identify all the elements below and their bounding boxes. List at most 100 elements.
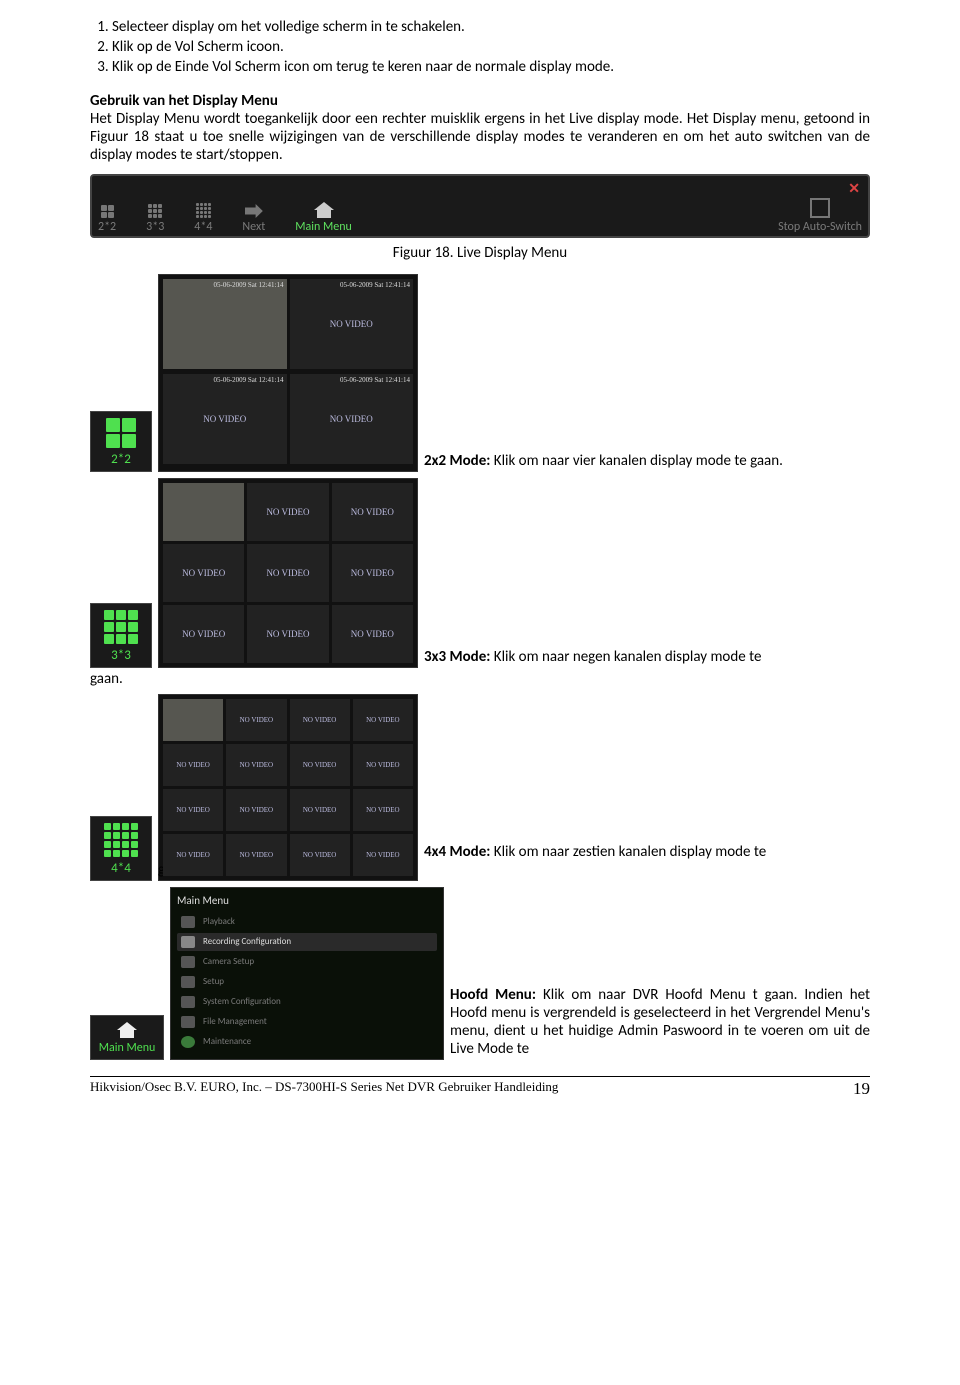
main-menu-icon-label: Main Menu <box>99 1041 156 1055</box>
section-body: Het Display Menu wordt toegankelijk door… <box>90 110 870 164</box>
setup-icon <box>181 976 195 988</box>
menu-label: 2*2 <box>98 220 116 234</box>
no-video-tile: NO VIDEO <box>163 744 223 786</box>
no-video-tile: NO VIDEO <box>226 834 286 876</box>
no-video-tile: NO VIDEO <box>290 699 350 741</box>
recording-icon <box>181 936 195 948</box>
grid-3x3-icon <box>148 204 162 218</box>
camera-tile <box>163 483 244 541</box>
no-video-tile: NO VIDEO <box>247 605 328 663</box>
menu-item-3x3[interactable]: 3*3 <box>146 204 164 234</box>
house-icon <box>117 1022 137 1038</box>
mode-3x3-button[interactable]: 3*3 <box>90 603 152 668</box>
mode-3x3-row: 3*3 NO VIDEO NO VIDEO NO VIDEO NO VIDEO … <box>90 478 870 668</box>
mode-icon-label: 3*3 <box>111 648 131 663</box>
preview-3x3: NO VIDEO NO VIDEO NO VIDEO NO VIDEO NO V… <box>158 478 418 668</box>
main-menu-row: Main Menu Main Menu Playback Recording C… <box>90 887 870 1060</box>
step: Klik op de Vol Scherm icoon. <box>112 38 870 56</box>
mode-4x4-button[interactable]: 4*4 <box>90 816 152 881</box>
no-video-tile: NO VIDEO <box>353 789 413 831</box>
no-video-tile: NO VIDEO <box>353 834 413 876</box>
live-display-menu: ✕ 2*2 3*3 4*4 Next Main Menu Stop Auto-S… <box>90 174 870 238</box>
mode-3x3-trailing: gaan. <box>90 670 870 688</box>
menu-label: Next <box>242 220 265 234</box>
no-video-tile: NO VIDEO <box>163 834 223 876</box>
arrow-right-icon <box>245 204 263 218</box>
menu-item-2x2[interactable]: 2*2 <box>98 205 116 234</box>
main-menu-description: Hoofd Menu: Klik om naar DVR Hoofd Menu … <box>450 986 870 1060</box>
grid-4x4-icon <box>196 203 211 218</box>
no-video-tile: NO VIDEO <box>332 605 413 663</box>
mode-2x2-description: 2x2 Mode: Klik om naar vier kanalen disp… <box>424 452 870 472</box>
no-video-tile: NO VIDEO <box>290 789 350 831</box>
close-icon[interactable]: ✕ <box>848 180 860 197</box>
no-video-tile: NO VIDEO <box>226 699 286 741</box>
playback-icon <box>181 916 195 928</box>
no-video-tile: 05-06-2009 Sat 12:41:14NO VIDEO <box>290 374 414 464</box>
menu-item-recording-config[interactable]: Recording Configuration <box>177 933 437 951</box>
section-paragraph: Gebruik van het Display Menu Het Display… <box>90 92 870 164</box>
grid-3x3-icon <box>104 610 138 644</box>
menu-item-maintenance[interactable]: Maintenance <box>177 1033 437 1051</box>
page-footer: Hikvision/Osec B.V. EURO, Inc. – DS-7300… <box>90 1076 870 1099</box>
stop-icon <box>810 198 830 218</box>
menu-label: 3*3 <box>146 220 164 234</box>
menu-item-main-menu[interactable]: Main Menu <box>295 202 352 234</box>
no-video-tile: NO VIDEO <box>353 744 413 786</box>
main-menu-panel: Main Menu Playback Recording Configurati… <box>170 887 444 1060</box>
menu-item-next[interactable]: Next <box>242 204 265 234</box>
camera-tile: 05-06-2009 Sat 12:41:14 <box>163 279 287 369</box>
menu-label: Stop Auto-Switch <box>778 220 862 234</box>
section-heading: Gebruik van het Display Menu <box>90 92 278 110</box>
menu-item-4x4[interactable]: 4*4 <box>194 203 212 234</box>
no-video-tile: NO VIDEO <box>247 544 328 602</box>
no-video-tile: NO VIDEO <box>290 834 350 876</box>
menu-item-camera-setup[interactable]: Camera Setup <box>177 953 437 971</box>
no-video-tile: NO VIDEO <box>353 699 413 741</box>
mode-4x4-row: 4*4 NO VIDEO NO VIDEO NO VIDEO NO VIDEO … <box>90 694 870 881</box>
grid-2x2-icon <box>101 205 114 218</box>
no-video-tile: NO VIDEO <box>332 544 413 602</box>
grid-4x4-icon <box>104 823 138 857</box>
preview-2x2: 05-06-2009 Sat 12:41:14 05-06-2009 Sat 1… <box>158 274 418 472</box>
no-video-tile: NO VIDEO <box>163 605 244 663</box>
house-icon <box>314 202 334 218</box>
system-icon <box>181 996 195 1008</box>
no-video-tile: NO VIDEO <box>290 744 350 786</box>
step: Klik op de Einde Vol Scherm icon om teru… <box>112 58 870 76</box>
footer-left: Hikvision/Osec B.V. EURO, Inc. – DS-7300… <box>90 1079 558 1099</box>
camera-icon <box>181 956 195 968</box>
mode-3x3-description: 3x3 Mode: Klik om naar negen kanalen dis… <box>424 648 870 668</box>
no-video-tile: NO VIDEO <box>163 789 223 831</box>
menu-item-setup[interactable]: Setup <box>177 973 437 991</box>
no-video-tile: NO VIDEO <box>226 744 286 786</box>
file-icon <box>181 1016 195 1028</box>
menu-item-file-management[interactable]: File Management <box>177 1013 437 1031</box>
mode-2x2-row: 2*2 05-06-2009 Sat 12:41:14 05-06-2009 S… <box>90 274 870 472</box>
main-menu-title: Main Menu <box>177 894 437 907</box>
menu-item-playback[interactable]: Playback <box>177 913 437 931</box>
step: Selecteer display om het volledige scher… <box>112 18 870 36</box>
page-number: 19 <box>853 1079 870 1099</box>
mode-icon-label: 2*2 <box>111 452 131 467</box>
menu-item-stop-auto-switch[interactable]: Stop Auto-Switch <box>778 198 862 234</box>
no-video-tile: NO VIDEO <box>332 483 413 541</box>
menu-item-system-config[interactable]: System Configuration <box>177 993 437 1011</box>
main-menu-button[interactable]: Main Menu <box>90 1015 164 1060</box>
grid-2x2-icon <box>106 418 136 448</box>
no-video-tile: 05-06-2009 Sat 12:41:14NO VIDEO <box>163 374 287 464</box>
no-video-tile: 05-06-2009 Sat 12:41:14NO VIDEO <box>290 279 414 369</box>
no-video-tile: NO VIDEO <box>163 544 244 602</box>
mode-icon-label: 4*4 <box>111 861 131 876</box>
mode-2x2-button[interactable]: 2*2 <box>90 411 152 472</box>
no-video-tile: NO VIDEO <box>247 483 328 541</box>
no-video-tile: NO VIDEO <box>226 789 286 831</box>
preview-4x4: NO VIDEO NO VIDEO NO VIDEO NO VIDEO NO V… <box>158 694 418 881</box>
mode-4x4-description: 4x4 Mode: Klik om naar zestien kanalen d… <box>424 843 870 881</box>
figure-caption: Figuur 18. Live Display Menu <box>90 244 870 262</box>
menu-label: 4*4 <box>194 220 212 234</box>
menu-label: Main Menu <box>295 220 352 234</box>
maintenance-icon <box>181 1036 195 1048</box>
camera-tile <box>163 699 223 741</box>
numbered-steps: Selecteer display om het volledige scher… <box>90 18 870 76</box>
